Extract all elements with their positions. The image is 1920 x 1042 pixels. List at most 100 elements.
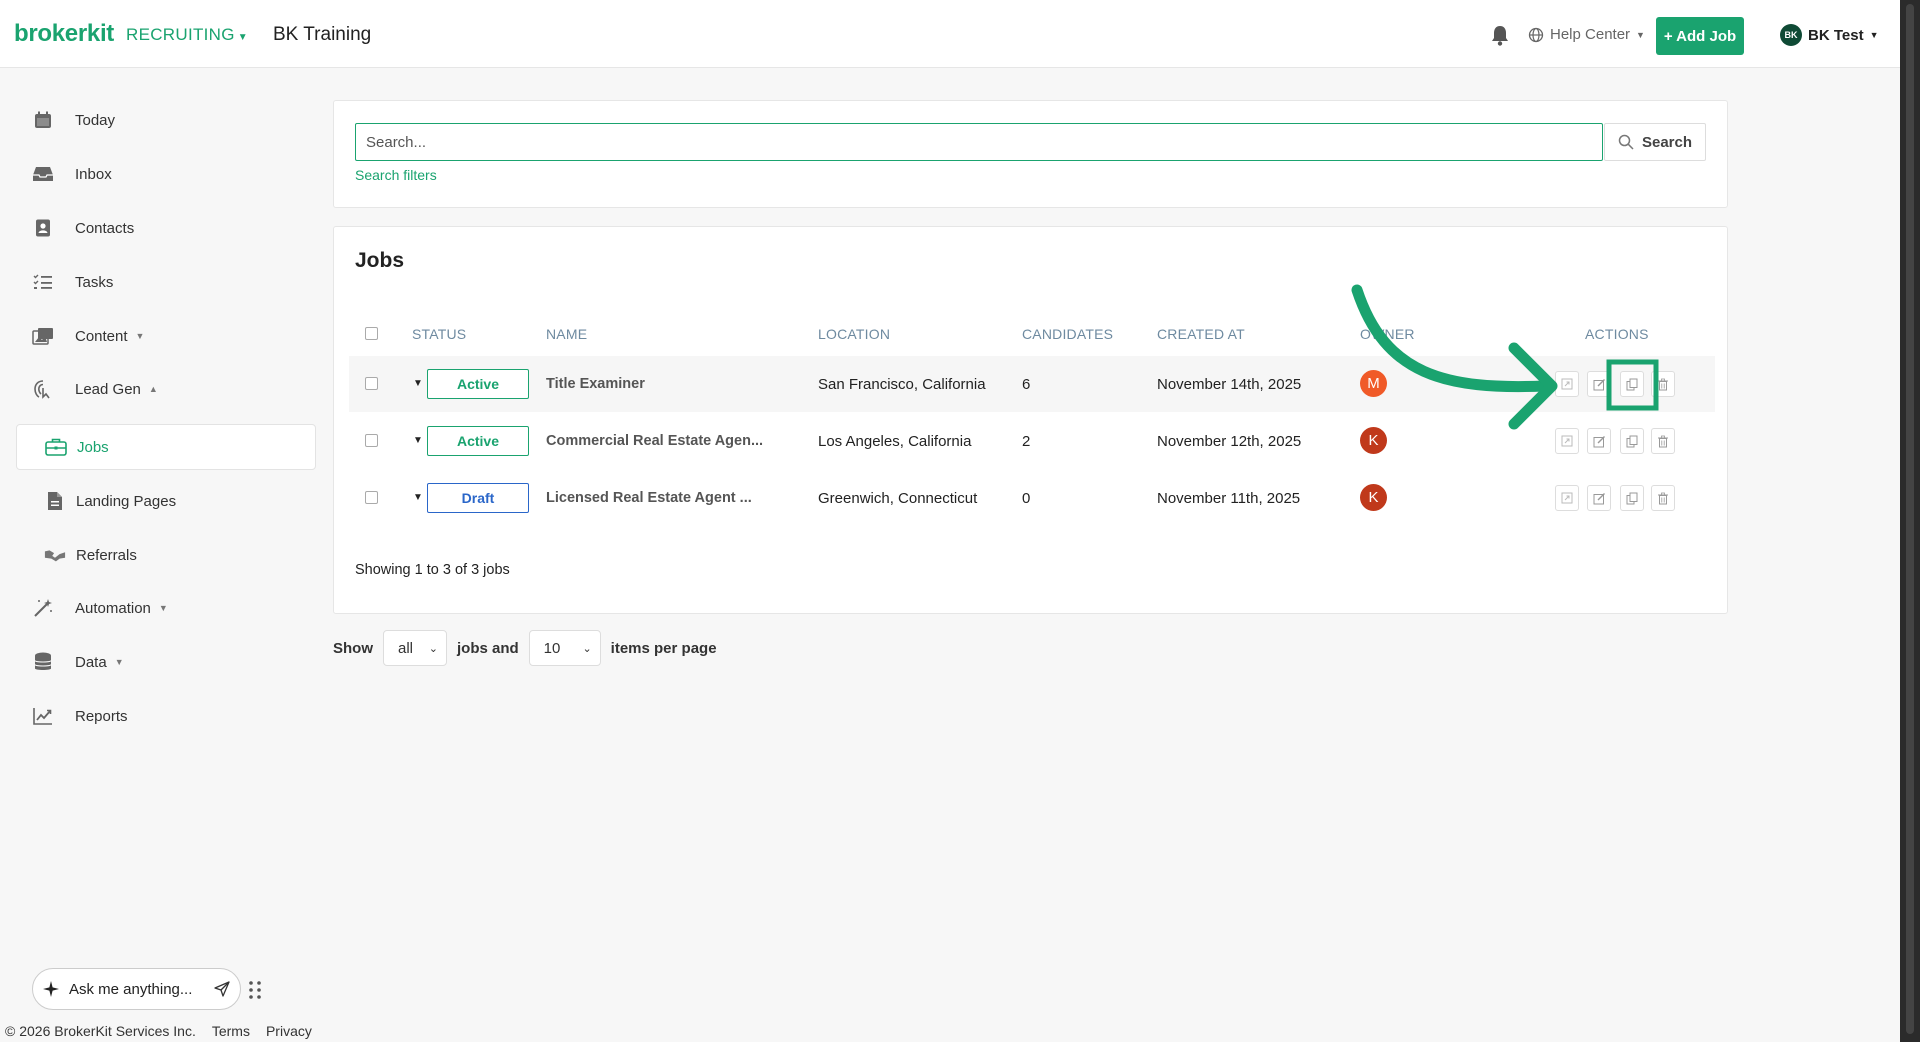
drag-handle-icon[interactable] — [248, 980, 262, 1000]
help-center-menu[interactable]: Help Center ▼ — [1528, 26, 1645, 43]
sidebar-item-inbox[interactable]: Inbox — [16, 151, 316, 197]
ai-assistant-placeholder: Ask me anything... — [69, 980, 193, 998]
owner-avatar[interactable]: K — [1360, 427, 1387, 454]
sidebar-item-data[interactable]: Data ▼ — [16, 639, 316, 685]
table-row[interactable]: ▼ Active Commercial Real Estate Agen... … — [349, 413, 1715, 469]
showing-count: Showing 1 to 3 of 3 jobs — [355, 562, 510, 578]
workspace-name: BK Training — [273, 24, 372, 45]
job-name-link[interactable]: Title Examiner — [546, 376, 645, 392]
sidebar-item-content[interactable]: Content ▼ — [16, 313, 316, 359]
table-row[interactable]: ▼ Draft Licensed Real Estate Agent ... G… — [349, 470, 1715, 526]
select-all-checkbox[interactable] — [365, 327, 378, 340]
edit-icon — [1593, 435, 1605, 447]
job-filter-value: all — [398, 639, 414, 657]
delete-job-button[interactable] — [1651, 485, 1675, 511]
edit-job-button[interactable] — [1587, 485, 1611, 511]
column-header-status[interactable]: STATUS — [412, 326, 466, 342]
sidebar-item-reports[interactable]: Reports — [16, 693, 316, 739]
job-filter-select[interactable]: all ⌄ — [383, 630, 447, 666]
search-button[interactable]: Search — [1604, 123, 1706, 161]
row-checkbox[interactable] — [365, 377, 378, 390]
ai-assistant-input[interactable]: Ask me anything... — [32, 968, 241, 1010]
column-header-candidates[interactable]: CANDIDATES — [1022, 326, 1113, 342]
sidebar: Today Inbox Contacts Tasks Content ▼ Lea… — [0, 68, 318, 748]
view-job-button[interactable] — [1555, 371, 1579, 397]
copy-icon — [1626, 378, 1638, 390]
trash-icon — [1658, 492, 1668, 504]
status-badge[interactable]: Active — [427, 369, 529, 399]
sidebar-item-label: Referrals — [76, 546, 137, 564]
owner-avatar[interactable]: M — [1360, 370, 1387, 397]
column-header-created-at[interactable]: CREATED AT — [1157, 326, 1245, 342]
page-icon — [44, 490, 66, 512]
view-job-button[interactable] — [1555, 428, 1579, 454]
sidebar-item-label: Automation — [75, 599, 151, 617]
sidebar-item-label: Reports — [75, 707, 128, 725]
column-header-name[interactable]: NAME — [546, 326, 587, 342]
privacy-link[interactable]: Privacy — [266, 1023, 312, 1039]
chevron-down-icon: ⌄ — [582, 642, 592, 655]
edit-icon — [1593, 492, 1605, 504]
task-list-icon — [32, 271, 54, 293]
sidebar-item-referrals[interactable]: Referrals — [16, 532, 316, 578]
sidebar-item-automation[interactable]: Automation ▼ — [16, 585, 316, 631]
job-name-link[interactable]: Licensed Real Estate Agent ... — [546, 490, 752, 506]
owner-avatar[interactable]: K — [1360, 484, 1387, 511]
duplicate-job-button[interactable] — [1620, 428, 1644, 454]
column-header-owner[interactable]: OWNER — [1360, 326, 1415, 342]
search-filters-link[interactable]: Search filters — [355, 167, 437, 183]
window-scrollbar[interactable] — [1900, 0, 1920, 1042]
status-badge[interactable]: Active — [427, 426, 529, 456]
sidebar-item-tasks[interactable]: Tasks — [16, 259, 316, 305]
database-icon — [32, 651, 54, 673]
duplicate-job-button[interactable] — [1620, 485, 1644, 511]
row-checkbox[interactable] — [365, 434, 378, 447]
expand-row-icon[interactable]: ▼ — [413, 378, 423, 389]
caret-down-icon: ▼ — [1869, 30, 1879, 40]
edit-job-button[interactable] — [1587, 371, 1611, 397]
copy-icon — [1626, 492, 1638, 504]
sidebar-item-landing-pages[interactable]: Landing Pages — [16, 478, 316, 524]
search-button-label: Search — [1641, 133, 1693, 151]
row-checkbox[interactable] — [365, 491, 378, 504]
column-header-actions: ACTIONS — [1585, 326, 1649, 342]
external-page-icon — [1561, 378, 1573, 390]
job-location: Los Angeles, California — [818, 433, 972, 450]
expand-row-icon[interactable]: ▼ — [413, 492, 423, 503]
copy-icon — [1626, 435, 1638, 447]
send-icon[interactable] — [214, 981, 230, 997]
chart-icon — [32, 705, 54, 727]
column-header-location[interactable]: LOCATION — [818, 326, 890, 342]
job-created-at: November 11th, 2025 — [1157, 490, 1301, 507]
duplicate-job-button[interactable] — [1620, 371, 1644, 397]
add-job-button[interactable]: + Add Job — [1656, 17, 1744, 55]
magic-wand-icon — [32, 597, 54, 619]
bell-icon[interactable] — [1490, 24, 1510, 46]
sidebar-item-today[interactable]: Today — [16, 97, 316, 143]
sidebar-item-label: Inbox — [75, 165, 112, 183]
expand-row-icon[interactable]: ▼ — [413, 435, 423, 446]
trash-icon — [1658, 378, 1668, 390]
terms-link[interactable]: Terms — [212, 1023, 250, 1039]
brokerkit-logo[interactable]: brokerkit — [14, 20, 114, 48]
delete-job-button[interactable] — [1651, 371, 1675, 397]
user-name: BK Test — [1808, 26, 1864, 44]
status-badge[interactable]: Draft — [427, 483, 529, 513]
delete-job-button[interactable] — [1651, 428, 1675, 454]
edit-job-button[interactable] — [1587, 428, 1611, 454]
module-switcher[interactable]: RECRUITING ▼ — [126, 25, 248, 45]
per-page-value: 10 — [543, 639, 561, 657]
job-candidates: 6 — [1022, 376, 1031, 393]
table-row[interactable]: ▼ Active Title Examiner San Francisco, C… — [349, 356, 1715, 412]
job-name-link[interactable]: Commercial Real Estate Agen... — [546, 433, 763, 449]
per-page-select[interactable]: 10 ⌄ — [528, 630, 601, 666]
search-input[interactable] — [355, 123, 1603, 161]
edit-icon — [1593, 378, 1605, 390]
user-menu[interactable]: BK BK Test ▼ — [1780, 24, 1878, 46]
sidebar-item-lead-gen[interactable]: Lead Gen ▲ — [16, 366, 316, 412]
view-job-button[interactable] — [1555, 485, 1579, 511]
user-avatar: BK — [1780, 24, 1802, 46]
scrollbar-thumb[interactable] — [1906, 4, 1914, 1034]
sidebar-item-contacts[interactable]: Contacts — [16, 205, 316, 251]
sidebar-item-jobs[interactable]: Jobs — [16, 424, 316, 470]
